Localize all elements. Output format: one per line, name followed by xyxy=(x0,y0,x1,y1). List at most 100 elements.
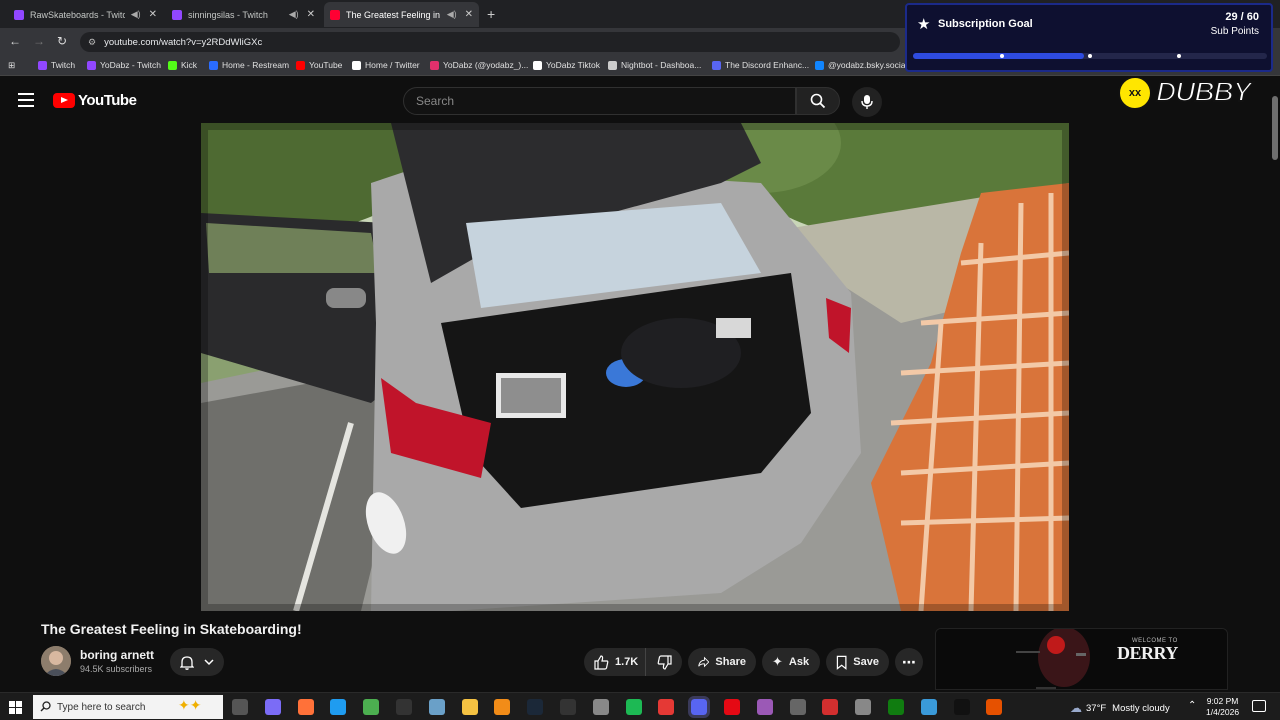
bookmark-item[interactable]: YouTube xyxy=(296,60,342,70)
close-tab-icon[interactable]: ✕ xyxy=(307,9,315,20)
youtube-logo[interactable]: YouTube xyxy=(53,92,137,109)
like-button[interactable]: 1.7K xyxy=(584,648,646,676)
voice-search-button[interactable] xyxy=(852,87,882,117)
bookmark-item[interactable]: @yodabz.bsky.socia... xyxy=(815,60,913,70)
bookmark-label: YouTube xyxy=(309,60,343,70)
weather-widget[interactable]: ☁ 37°F Mostly cloudy xyxy=(1070,701,1170,715)
notification-bell-button[interactable] xyxy=(170,648,224,676)
goal-progress-track xyxy=(913,53,1267,59)
more-horizontal-icon: ⋯ xyxy=(902,653,916,670)
copilot-icon[interactable] xyxy=(264,699,281,715)
like-count: 1.7K xyxy=(615,656,639,668)
steam-icon[interactable] xyxy=(527,699,544,715)
bookmark-favicon-icon xyxy=(815,60,824,70)
windows-start-icon[interactable] xyxy=(9,701,22,714)
bookmark-label: YoDabz - Twitch xyxy=(100,60,161,70)
browser-tab-rawskateboards[interactable]: RawSkateboards - Twitch ◀) ✕ xyxy=(8,2,163,27)
bookmark-item[interactable]: The Discord Enhanc... xyxy=(712,60,809,70)
address-bar[interactable]: ⚙ youtube.com/watch?v=y2RDdWliGXc xyxy=(80,32,900,52)
video-player[interactable] xyxy=(201,123,1069,611)
chrome-icon[interactable] xyxy=(363,699,380,715)
bookmark-item[interactable]: YoDabz (@yodabz_)... xyxy=(430,60,528,70)
search-highlight-icon: ✦✦ xyxy=(178,697,202,713)
bookmark-favicon-icon xyxy=(209,60,218,70)
site-info-icon[interactable]: ⚙ xyxy=(88,37,96,48)
bookmark-label: YoDabz (@yodabz_)... xyxy=(443,60,529,70)
temperature: 37°F xyxy=(1086,702,1107,714)
close-tab-icon[interactable]: ✕ xyxy=(149,9,157,20)
speaker-icon[interactable]: ◀) xyxy=(447,9,457,20)
bookmark-item[interactable]: YoDabz - Twitch xyxy=(87,60,161,70)
dislike-button[interactable] xyxy=(646,648,682,676)
file-explorer-icon[interactable] xyxy=(461,699,478,715)
search-icon xyxy=(40,701,51,712)
tray-chevron-up-icon[interactable]: ⌃ xyxy=(1188,700,1196,711)
back-arrow-icon[interactable]: ← xyxy=(9,34,21,48)
bookmark-item[interactable]: YoDabz Tiktok xyxy=(533,60,600,70)
search-button[interactable] xyxy=(796,87,840,115)
bookmark-favicon-icon xyxy=(352,60,361,70)
speaker-icon[interactable]: ◀) xyxy=(289,9,299,20)
tab-title: RawSkateboards - Twitch xyxy=(30,9,125,20)
app-icon[interactable] xyxy=(658,699,675,715)
netflix-icon[interactable] xyxy=(724,699,740,715)
share-button[interactable]: Share xyxy=(688,648,756,676)
channel-avatar[interactable] xyxy=(41,646,71,676)
microphone-icon xyxy=(861,95,873,109)
search-input[interactable] xyxy=(403,87,796,115)
bookmark-item[interactable]: Twitch xyxy=(38,60,75,70)
bookmark-label: @yodabz.bsky.socia... xyxy=(828,60,913,70)
vlc-icon[interactable] xyxy=(494,699,511,715)
notification-center-icon[interactable] xyxy=(1252,700,1266,712)
app-icon[interactable] xyxy=(920,699,937,715)
app-icon[interactable] xyxy=(756,699,773,715)
cloud-icon: ☁ xyxy=(1070,701,1082,715)
hamburger-menu-icon[interactable] xyxy=(18,93,34,107)
forward-arrow-icon[interactable]: → xyxy=(33,34,45,48)
xbox-icon[interactable] xyxy=(888,699,904,715)
browser-tab-sinningsilas[interactable]: sinningsilas - Twitch ◀) ✕ xyxy=(166,2,321,27)
app-icon[interactable] xyxy=(855,699,872,715)
app-icon[interactable] xyxy=(822,699,839,715)
app-icon[interactable] xyxy=(592,699,609,715)
chevron-down-icon xyxy=(204,659,214,666)
subscription-goal-widget: ★ Subscription Goal 29 / 60 Sub Points xyxy=(905,3,1273,72)
reload-icon[interactable]: ↻ xyxy=(57,34,67,48)
spotify-icon[interactable] xyxy=(625,699,642,715)
clock-date: 1/4/2026 xyxy=(1206,707,1240,717)
bookmark-item[interactable]: Home - Restream xyxy=(209,60,289,70)
tiktok-icon[interactable] xyxy=(953,699,970,715)
channel-name[interactable]: boring arnett xyxy=(80,648,154,662)
page-scrollbar[interactable] xyxy=(1270,84,1280,690)
settings-gear-icon[interactable] xyxy=(789,699,806,715)
like-dislike-group: 1.7K xyxy=(584,648,682,676)
app-icon[interactable] xyxy=(986,699,1003,715)
bookmark-item[interactable]: Home / Twitter xyxy=(352,60,420,70)
sponsored-ad-card[interactable]: WELCOME TO DERRY xyxy=(935,628,1228,690)
bookmark-item[interactable]: Nightbot - Dashboa... xyxy=(608,60,701,70)
twitch-icon xyxy=(14,9,24,20)
task-view-icon[interactable] xyxy=(232,699,248,715)
new-tab-plus-icon[interactable]: + xyxy=(487,6,495,22)
ask-button[interactable]: ✦ Ask xyxy=(762,648,820,676)
edge-icon[interactable] xyxy=(330,699,347,715)
obs-icon[interactable] xyxy=(396,699,412,715)
epic-games-icon[interactable] xyxy=(560,699,576,715)
discord-icon[interactable] xyxy=(688,696,711,718)
goal-count: 29 / 60 xyxy=(1225,11,1259,23)
bookmark-item[interactable]: Kick xyxy=(168,60,197,70)
system-clock[interactable]: 9:02 PM 1/4/2026 xyxy=(1206,696,1239,718)
bookmark-favicon-icon xyxy=(608,60,617,70)
browser-app-icon[interactable] xyxy=(428,699,445,715)
close-tab-icon[interactable]: ✕ xyxy=(465,9,473,20)
save-button[interactable]: Save xyxy=(826,648,889,676)
scrollbar-thumb[interactable] xyxy=(1272,96,1278,160)
speaker-icon[interactable]: ◀) xyxy=(131,9,141,20)
firefox-icon[interactable] xyxy=(297,699,314,715)
search-icon xyxy=(810,93,826,109)
video-title: The Greatest Feeling in Skateboarding! xyxy=(41,621,302,637)
browser-tab-youtube-active[interactable]: The Greatest Feeling in Ska ◀) ✕ xyxy=(324,2,479,27)
thumbs-down-icon xyxy=(657,654,672,670)
more-actions-button[interactable]: ⋯ xyxy=(895,648,923,676)
apps-grid-icon[interactable]: ⊞ xyxy=(8,60,15,71)
